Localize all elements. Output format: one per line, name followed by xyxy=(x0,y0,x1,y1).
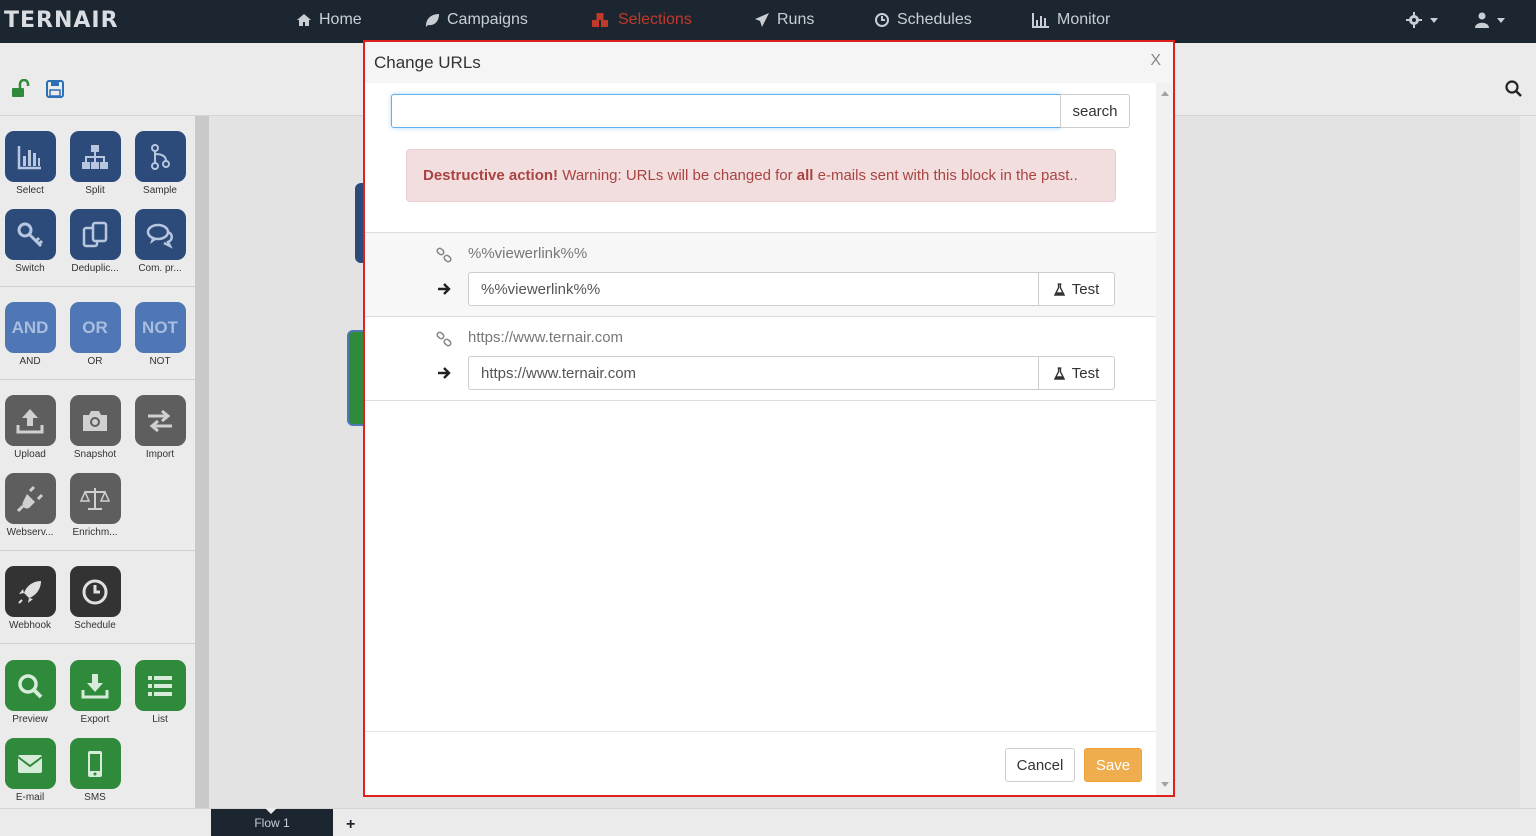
test-button[interactable]: Test xyxy=(1038,272,1115,306)
save-button[interactable]: Save xyxy=(1084,748,1142,782)
search-button[interactable]: search xyxy=(1060,94,1130,128)
cancel-button[interactable]: Cancel xyxy=(1005,748,1075,782)
test-button-label: Test xyxy=(1071,364,1100,382)
change-urls-dialog: Change URLs X search Destructive action!… xyxy=(363,40,1175,797)
original-url: https://www.ternair.com xyxy=(468,329,624,346)
new-url-input[interactable] xyxy=(468,272,1039,306)
test-button[interactable]: Test xyxy=(1038,356,1115,390)
destructive-warning: Destructive action! Warning: URLs will b… xyxy=(406,149,1116,202)
scroll-down-arrow-icon[interactable] xyxy=(1161,782,1169,787)
search-input[interactable] xyxy=(391,94,1061,128)
test-button-label: Test xyxy=(1071,280,1100,298)
scroll-up-arrow-icon[interactable] xyxy=(1161,91,1169,96)
close-button[interactable]: X xyxy=(1150,52,1161,70)
dialog-title: Change URLs xyxy=(374,53,481,72)
dialog-header: Change URLs X xyxy=(365,42,1173,83)
dialog-footer: Cancel Save xyxy=(365,731,1156,795)
warning-text-end: e-mails sent with this block in the past… xyxy=(813,167,1078,184)
flask-icon xyxy=(1053,282,1065,296)
original-url: %%viewerlink%% xyxy=(468,245,588,262)
dialog-scrollbar[interactable] xyxy=(1156,83,1173,795)
url-row: %%viewerlink%% Test xyxy=(365,232,1156,317)
flask-icon xyxy=(1053,366,1065,380)
warning-strong: Destructive action! xyxy=(423,167,559,184)
warning-emphasis: all xyxy=(796,167,814,184)
link-icon xyxy=(436,247,452,263)
link-icon xyxy=(436,331,452,347)
new-url-input[interactable] xyxy=(468,356,1039,390)
arrow-right-icon xyxy=(438,283,451,295)
warning-text: Warning: URLs will be changed for xyxy=(558,167,797,184)
url-row: https://www.ternair.com Test xyxy=(365,316,1156,401)
arrow-right-icon xyxy=(438,367,451,379)
modal-overlay: Change URLs X search Destructive action!… xyxy=(0,0,1536,836)
